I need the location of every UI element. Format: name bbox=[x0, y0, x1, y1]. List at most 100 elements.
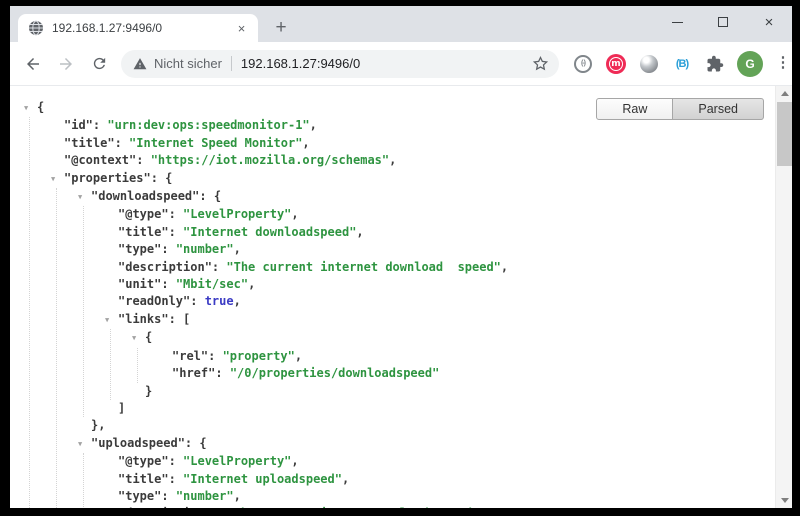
profile-avatar[interactable]: G bbox=[737, 51, 763, 77]
json-key: "uploadspeed" bbox=[91, 436, 185, 450]
json-line: "description": "The current internet upl… bbox=[105, 505, 774, 508]
scrollbar-down-button[interactable] bbox=[776, 493, 792, 508]
collapse-toggle-icon[interactable]: ▼ bbox=[78, 436, 91, 453]
collapse-toggle-icon[interactable]: ▼ bbox=[132, 330, 145, 347]
json-children: "id": "urn:dev:ops:speedmonitor-1", "titl… bbox=[29, 117, 774, 508]
forward-button[interactable] bbox=[51, 49, 81, 79]
json-punctuation: : bbox=[185, 436, 199, 450]
scrollbar-thumb[interactable] bbox=[777, 102, 792, 166]
json-punctuation: { bbox=[199, 436, 206, 450]
json-line: "rel": "property", bbox=[159, 348, 774, 365]
collapse-toggle-icon[interactable]: ▼ bbox=[105, 312, 118, 329]
json-key: "href" bbox=[172, 366, 215, 380]
scroll-up-icon bbox=[781, 91, 789, 96]
json-punctuation: , bbox=[342, 472, 349, 486]
json-string-value: "urn:dev:ops:speedmonitor-1" bbox=[107, 118, 309, 132]
json-children: "@type": "LevelProperty","title": "Inter… bbox=[83, 206, 774, 417]
scrollbar-up-button[interactable] bbox=[776, 86, 792, 101]
json-boolean-value: true bbox=[205, 294, 234, 308]
json-children: "@type": "LevelProperty","title": "Inter… bbox=[83, 453, 774, 508]
json-key: "title" bbox=[64, 136, 115, 150]
json-punctuation: { bbox=[214, 189, 221, 203]
close-button[interactable]: × bbox=[746, 6, 792, 38]
collapse-toggle-icon[interactable]: ▼ bbox=[78, 189, 91, 206]
parsed-view-button[interactable]: Parsed bbox=[673, 98, 764, 120]
scroll-down-icon bbox=[781, 498, 789, 503]
json-punctuation: , bbox=[302, 136, 309, 150]
minimize-button[interactable] bbox=[654, 6, 700, 38]
json-punctuation: , bbox=[389, 153, 396, 167]
vertical-scrollbar[interactable] bbox=[775, 86, 792, 508]
address-bar[interactable]: Nicht sicher 192.168.1.27:9496/0 bbox=[121, 50, 559, 78]
reload-button[interactable] bbox=[84, 49, 114, 79]
json-punctuation: , bbox=[310, 118, 317, 132]
browser-tab[interactable]: 192.168.1.27:9496/0 × bbox=[18, 14, 258, 42]
json-string-value: "number" bbox=[176, 489, 234, 503]
json-line: }, bbox=[78, 417, 774, 434]
json-children: "rel": "property","href": "/0/properties… bbox=[137, 348, 774, 383]
json-punctuation: : bbox=[161, 242, 175, 256]
json-punctuation: : bbox=[115, 136, 129, 150]
page-content: Raw Parsed ▼{"id": "urn:dev:ops:speedmon… bbox=[10, 86, 792, 508]
extensions-menu-button[interactable] bbox=[704, 53, 726, 75]
extensions-area: (-) m (B) G ⋮ bbox=[572, 51, 792, 77]
not-secure-warning-icon bbox=[133, 57, 147, 71]
json-line: "unit": "Mbit/sec", bbox=[105, 276, 774, 293]
json-tree: ▼{"id": "urn:dev:ops:speedmonitor-1","ti… bbox=[24, 99, 774, 508]
json-string-value: "LevelProperty" bbox=[183, 454, 291, 468]
json-line: "description": "The current internet dow… bbox=[105, 259, 774, 276]
extension-bluetooth-button[interactable]: (B) bbox=[671, 53, 693, 75]
json-line: "id": "urn:dev:ops:speedmonitor-1", bbox=[51, 117, 774, 134]
maximize-icon bbox=[718, 17, 728, 27]
back-button[interactable] bbox=[18, 49, 48, 79]
json-children: ▼{ "rel": "property","href": "/0/properti… bbox=[110, 329, 774, 400]
json-string-value: "LevelProperty" bbox=[183, 207, 291, 221]
json-line: ▼"uploadspeed": { bbox=[78, 435, 774, 453]
json-punctuation: { bbox=[145, 330, 152, 344]
extension-m-button[interactable]: m bbox=[605, 53, 627, 75]
json-punctuation: : bbox=[199, 189, 213, 203]
json-string-value: "property" bbox=[223, 349, 295, 363]
collapse-toggle-icon[interactable]: ▼ bbox=[24, 100, 37, 117]
json-string-value: "Mbit/sec" bbox=[176, 277, 248, 291]
url-separator bbox=[231, 56, 232, 71]
json-view-toggle: Raw Parsed bbox=[596, 98, 764, 120]
json-string-value: "Internet Speed Monitor" bbox=[129, 136, 302, 150]
json-line: "title": "Internet downloadspeed", bbox=[105, 224, 774, 241]
json-key: "type" bbox=[118, 242, 161, 256]
json-key: "description" bbox=[118, 506, 212, 508]
json-punctuation: : bbox=[151, 171, 165, 185]
json-punctuation: : bbox=[161, 489, 175, 503]
json-punctuation: : bbox=[169, 472, 183, 486]
reload-icon bbox=[91, 55, 108, 72]
tab-close-icon[interactable]: × bbox=[233, 20, 250, 37]
extension-circle-button[interactable]: (-) bbox=[572, 53, 594, 75]
json-line: ▼"downloadspeed": { bbox=[78, 188, 774, 206]
json-string-value: "The current internet download speed" bbox=[226, 260, 501, 274]
json-string-value: "number" bbox=[176, 242, 234, 256]
json-punctuation: : bbox=[169, 454, 183, 468]
collapse-toggle-icon[interactable]: ▼ bbox=[51, 171, 64, 188]
json-key: "title" bbox=[118, 472, 169, 486]
json-line: "readOnly": true, bbox=[105, 293, 774, 310]
json-line: "type": "number", bbox=[105, 241, 774, 258]
json-punctuation: , bbox=[234, 242, 241, 256]
bookmark-star-icon bbox=[532, 55, 549, 72]
json-line: "@context": "https://iot.mozilla.org/sch… bbox=[51, 152, 774, 169]
json-punctuation: : bbox=[169, 225, 183, 239]
pink-m-extension-icon: m bbox=[606, 54, 626, 74]
json-string-value: "The current internet upload speed" bbox=[226, 506, 479, 508]
globe-favicon-icon bbox=[28, 20, 44, 36]
json-string-value: "Internet downloadspeed" bbox=[183, 225, 356, 239]
maximize-button[interactable] bbox=[700, 6, 746, 38]
bookmark-star-button[interactable] bbox=[532, 55, 549, 72]
json-punctuation: { bbox=[37, 100, 44, 114]
extension-ball-button[interactable] bbox=[638, 53, 660, 75]
circle-extension-icon: (-) bbox=[574, 55, 592, 73]
json-key: "unit" bbox=[118, 277, 161, 291]
raw-view-button[interactable]: Raw bbox=[596, 98, 673, 120]
new-tab-button[interactable]: + bbox=[266, 14, 296, 42]
tab-title: 192.168.1.27:9496/0 bbox=[52, 21, 233, 35]
json-punctuation: , bbox=[501, 260, 508, 274]
browser-menu-button[interactable]: ⋮ bbox=[774, 60, 792, 67]
